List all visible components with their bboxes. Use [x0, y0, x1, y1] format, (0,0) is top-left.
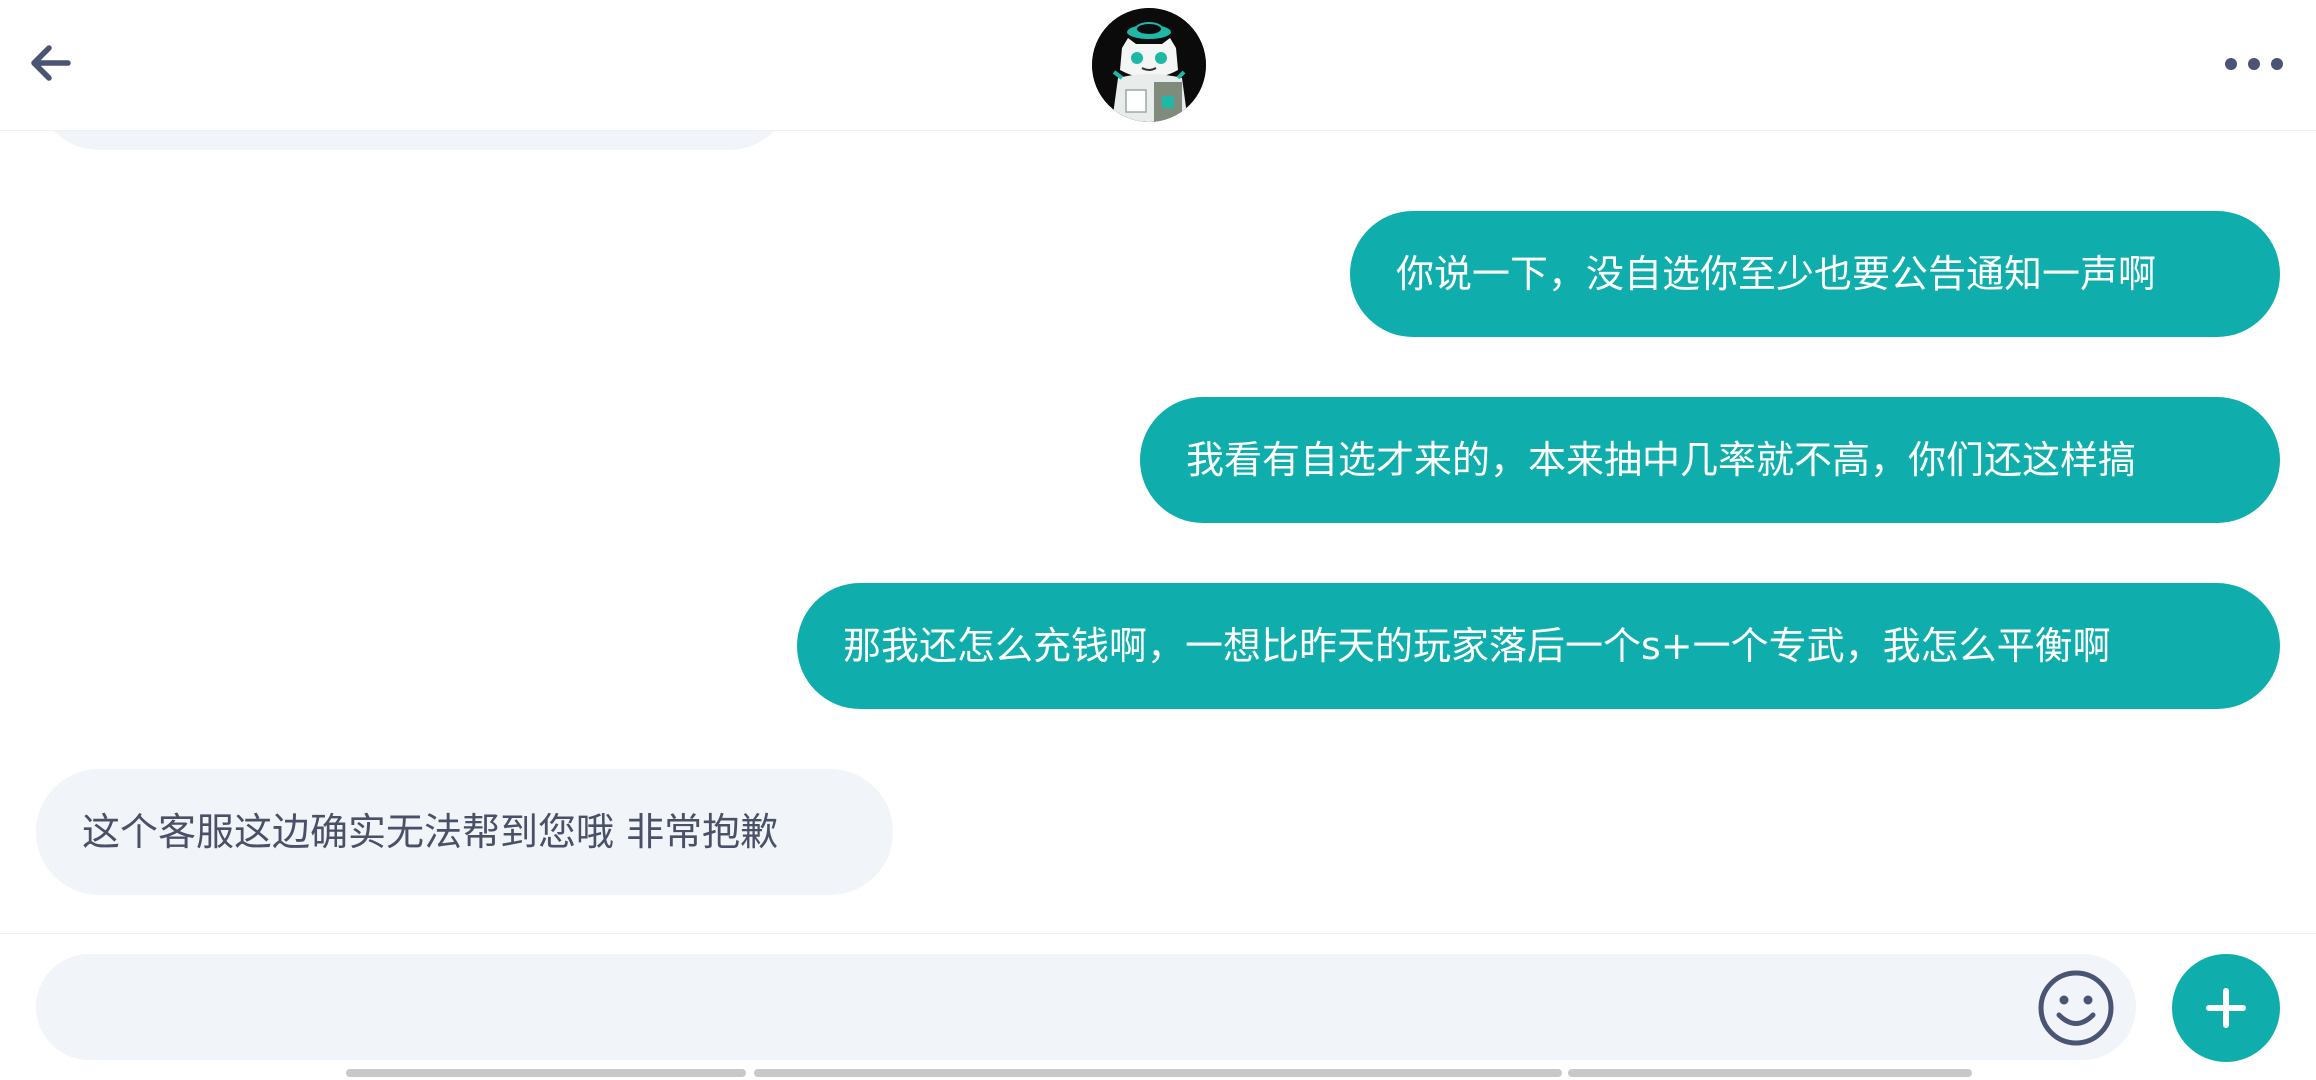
- back-button[interactable]: [18, 30, 84, 96]
- chat-screen: 你说一下，没自选你至少也要公告通知一声啊 我看有自选才来的，本来抽中几率就不高，…: [0, 0, 2316, 1080]
- message-text: 那我还怎么充钱啊，一想比昨天的玩家落后一个s+一个专武，我怎么平衡啊: [843, 624, 2111, 668]
- composer-bar: [0, 933, 2316, 1080]
- message-text: 你说一下，没自选你至少也要公告通知一声啊: [1396, 252, 2157, 296]
- scroll-indicator-segment: [754, 1069, 1562, 1077]
- message-text: 我看有自选才来的，本来抽中几率就不高，你们还这样搞: [1186, 438, 2137, 482]
- message-input[interactable]: [76, 954, 2040, 1062]
- message-input-box[interactable]: [36, 954, 2136, 1062]
- chat-header: [0, 0, 2316, 131]
- more-options-button[interactable]: [2220, 38, 2288, 90]
- incoming-message-bubble[interactable]: 这个客服这边确实无法帮到您哦 非常抱歉: [36, 769, 893, 895]
- outgoing-message-bubble[interactable]: 那我还怎么充钱啊，一想比昨天的玩家落后一个s+一个专武，我怎么平衡啊: [797, 583, 2280, 709]
- add-attachment-button[interactable]: [2172, 954, 2280, 1062]
- avatar-image: [1092, 8, 1206, 122]
- avatar[interactable]: [1092, 8, 1206, 122]
- more-horizontal-icon: [2225, 58, 2283, 70]
- emoji-button[interactable]: [2036, 968, 2116, 1048]
- message-text: 这个客服这边确实无法帮到您哦 非常抱歉: [82, 810, 779, 854]
- scroll-indicator-segment: [346, 1069, 746, 1077]
- plus-icon: [2206, 988, 2246, 1028]
- arrow-left-icon: [31, 45, 71, 81]
- outgoing-message-bubble[interactable]: 你说一下，没自选你至少也要公告通知一声啊: [1350, 211, 2280, 337]
- outgoing-message-bubble[interactable]: 我看有自选才来的，本来抽中几率就不高，你们还这样搞: [1140, 397, 2280, 523]
- message-list[interactable]: 你说一下，没自选你至少也要公告通知一声啊 我看有自选才来的，本来抽中几率就不高，…: [0, 0, 2316, 933]
- scroll-indicator-segment: [1568, 1069, 1972, 1077]
- smiley-icon: [2038, 970, 2114, 1046]
